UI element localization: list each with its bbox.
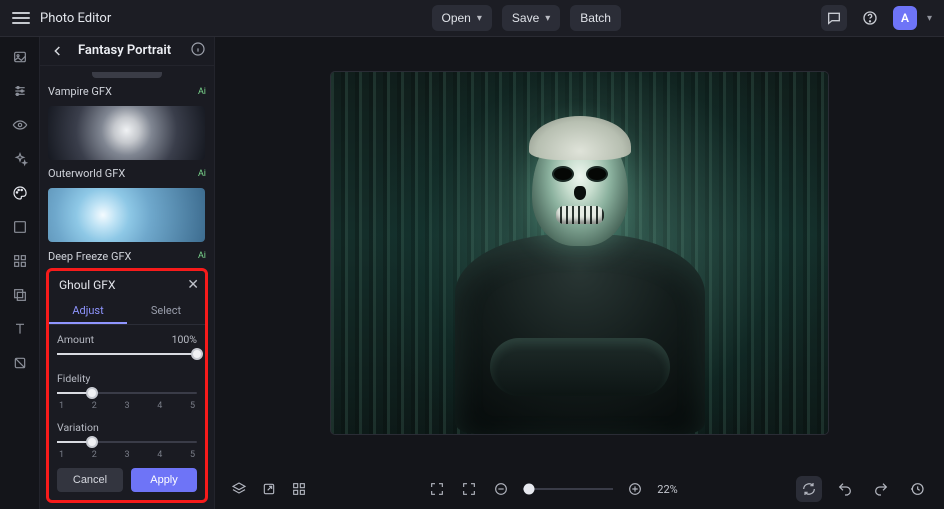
back-arrow-icon[interactable] bbox=[48, 41, 68, 61]
preset-thumb[interactable] bbox=[48, 106, 205, 160]
preset-label: Vampire GFX bbox=[48, 85, 192, 98]
save-button[interactable]: Save▾ bbox=[502, 5, 560, 31]
active-effect-title: Ghoul GFX bbox=[55, 278, 187, 292]
batch-button[interactable]: Batch bbox=[570, 5, 621, 31]
close-icon[interactable]: ✕ bbox=[187, 277, 199, 293]
amount-slider[interactable] bbox=[57, 346, 197, 362]
preset-thumb[interactable] bbox=[48, 188, 205, 242]
amount-label: Amount bbox=[57, 333, 94, 346]
canvas-area: 22% bbox=[215, 37, 944, 509]
preset-item[interactable]: Deep Freeze GFX Ai bbox=[48, 248, 206, 264]
sliders-tool-icon[interactable] bbox=[10, 81, 30, 101]
fidelity-label: Fidelity bbox=[57, 372, 90, 385]
grid-icon[interactable] bbox=[289, 479, 309, 499]
effect-tabs: Adjust Select bbox=[49, 299, 205, 325]
preset-item[interactable]: Vampire GFX Ai bbox=[48, 84, 206, 100]
bottom-toolbar: 22% bbox=[215, 469, 944, 509]
cancel-button[interactable]: Cancel bbox=[57, 468, 123, 492]
ghoul-figure bbox=[440, 124, 720, 434]
preset-label: Deep Freeze GFX bbox=[48, 250, 192, 263]
fit-screen-icon[interactable] bbox=[427, 479, 447, 499]
tab-adjust[interactable]: Adjust bbox=[49, 299, 127, 324]
open-button[interactable]: Open▾ bbox=[432, 5, 492, 31]
chevron-down-icon: ▾ bbox=[477, 13, 482, 24]
ai-tag: Ai bbox=[198, 169, 206, 179]
ai-tag: Ai bbox=[198, 87, 206, 97]
preset-thumb-partial bbox=[48, 72, 206, 78]
ai-tag: Ai bbox=[198, 251, 206, 261]
undo-icon[interactable] bbox=[832, 476, 858, 502]
preset-label: Outerworld GFX bbox=[48, 167, 192, 180]
overlay-tool-icon[interactable] bbox=[10, 285, 30, 305]
elements-tool-icon[interactable] bbox=[10, 251, 30, 271]
chevron-down-icon[interactable]: ▾ bbox=[927, 13, 932, 24]
menu-icon[interactable] bbox=[12, 9, 30, 27]
fidelity-slider[interactable] bbox=[57, 385, 197, 401]
erase-tool-icon[interactable] bbox=[10, 353, 30, 373]
variation-label: Variation bbox=[57, 421, 99, 434]
actual-size-icon[interactable] bbox=[459, 479, 479, 499]
palette-tool-icon[interactable] bbox=[10, 183, 30, 203]
redo-icon[interactable] bbox=[868, 476, 894, 502]
sparkle-tool-icon[interactable] bbox=[10, 149, 30, 169]
tab-select[interactable]: Select bbox=[127, 299, 205, 324]
chevron-down-icon: ▾ bbox=[545, 13, 550, 24]
chat-icon[interactable] bbox=[821, 5, 847, 31]
zoom-slider[interactable] bbox=[523, 481, 613, 497]
effects-panel: Fantasy Portrait Vampire GFX Ai Outerwor… bbox=[40, 37, 215, 509]
topbar: Photo Editor Open▾ Save▾ Batch A ▾ bbox=[0, 0, 944, 37]
active-effect-card: Ghoul GFX ✕ Adjust Select Amount 100% bbox=[46, 268, 208, 503]
info-icon[interactable] bbox=[190, 41, 206, 60]
variation-ticks: 12345 bbox=[57, 450, 197, 460]
history-icon[interactable] bbox=[904, 476, 930, 502]
help-icon[interactable] bbox=[857, 5, 883, 31]
tool-rail bbox=[0, 37, 40, 509]
fidelity-ticks: 12345 bbox=[57, 401, 197, 411]
amount-value: 100% bbox=[172, 333, 197, 346]
refresh-icon[interactable] bbox=[796, 476, 822, 502]
zoom-in-icon[interactable] bbox=[625, 479, 645, 499]
variation-slider[interactable] bbox=[57, 434, 197, 450]
avatar[interactable]: A bbox=[893, 6, 917, 30]
panel-title: Fantasy Portrait bbox=[78, 43, 180, 58]
canvas-image[interactable] bbox=[331, 72, 828, 434]
crop-tool-icon[interactable] bbox=[10, 217, 30, 237]
apply-button[interactable]: Apply bbox=[131, 468, 197, 492]
export-icon[interactable] bbox=[259, 479, 279, 499]
preset-item[interactable]: Outerworld GFX Ai bbox=[48, 166, 206, 182]
zoom-out-icon[interactable] bbox=[491, 479, 511, 499]
image-tool-icon[interactable] bbox=[10, 47, 30, 67]
app-title: Photo Editor bbox=[40, 11, 111, 26]
text-tool-icon[interactable] bbox=[10, 319, 30, 339]
eye-tool-icon[interactable] bbox=[10, 115, 30, 135]
zoom-label: 22% bbox=[657, 483, 677, 496]
layers-icon[interactable] bbox=[229, 479, 249, 499]
